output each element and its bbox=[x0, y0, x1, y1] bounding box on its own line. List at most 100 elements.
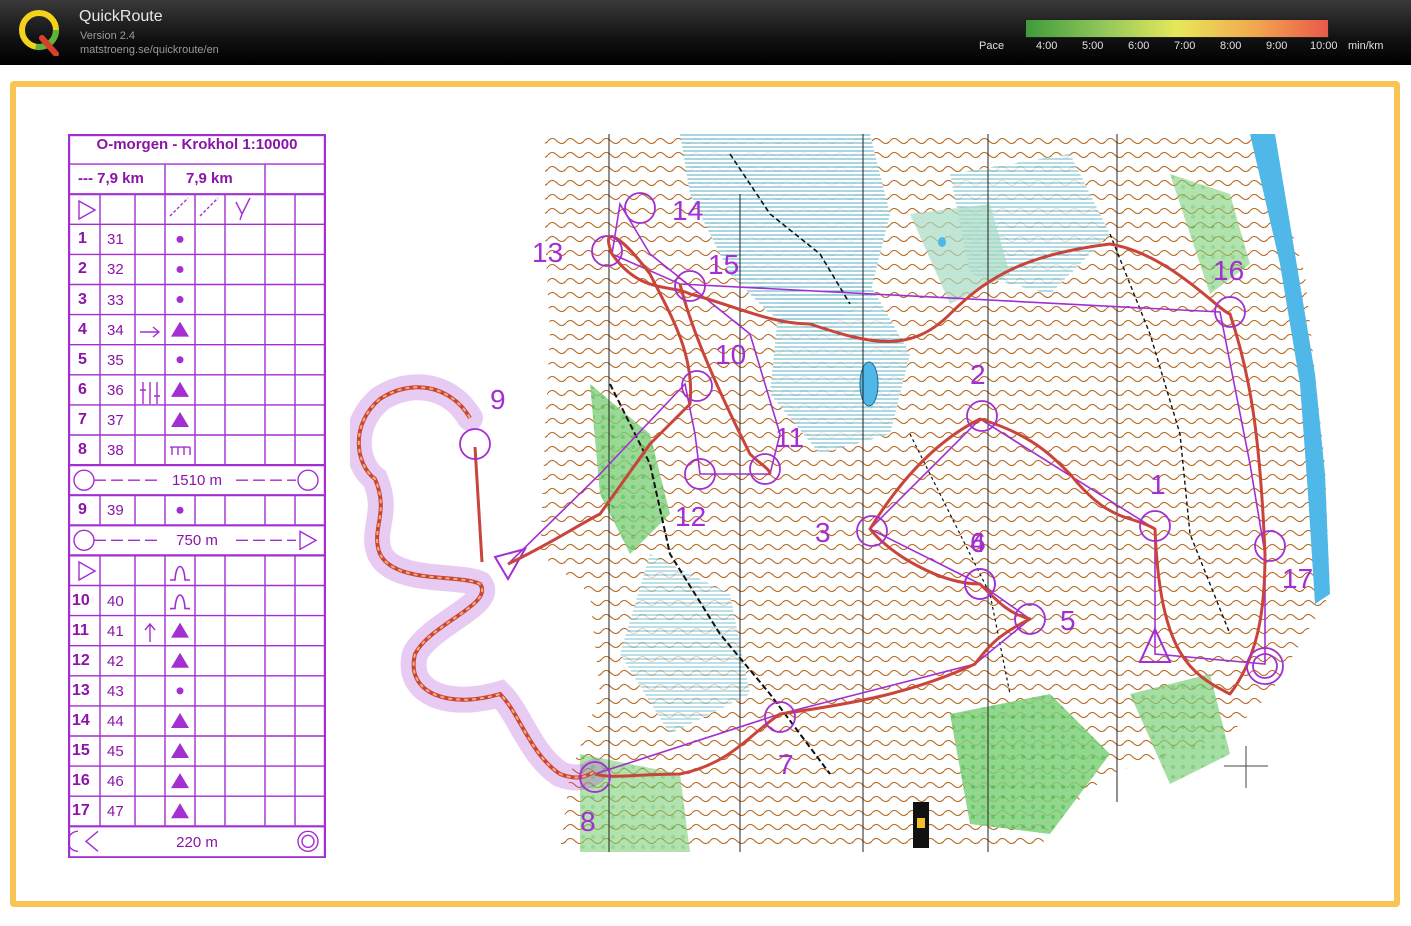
control-code: 45 bbox=[107, 743, 124, 760]
pace-legend-label: Pace bbox=[979, 40, 1005, 52]
control-code: 36 bbox=[107, 381, 124, 399]
column-header-icon bbox=[235, 197, 251, 221]
pace-tick-label: 6:00 bbox=[1128, 40, 1150, 52]
control-number: 15 bbox=[72, 742, 90, 759]
finish-distance: 220 m bbox=[176, 834, 218, 851]
control-label: 3 bbox=[815, 517, 831, 548]
direction-arrow-icon bbox=[140, 326, 161, 338]
feature-triangle-icon bbox=[171, 321, 189, 337]
control-number: 5 bbox=[78, 350, 87, 368]
control-description-sheet: O-morgen - Krokhol 1:10000 --- 7,9 km 7,… bbox=[68, 134, 326, 858]
control-code: 37 bbox=[107, 411, 124, 429]
app-version: Version 2.4 bbox=[80, 30, 136, 42]
control-number: 12 bbox=[72, 651, 90, 669]
control-code: 33 bbox=[107, 291, 124, 309]
control-label: 12 bbox=[675, 501, 706, 532]
map-terrain bbox=[540, 134, 1330, 852]
feature-comb-icon bbox=[170, 446, 191, 456]
control-label: 16 bbox=[1213, 255, 1244, 286]
feature-triangle-icon bbox=[171, 381, 189, 397]
control-label: 6 bbox=[970, 527, 986, 558]
course-length-b: 7,9 km bbox=[186, 170, 233, 187]
control-code: 41 bbox=[107, 622, 124, 640]
taped-route-2: 750 m bbox=[176, 532, 218, 549]
pace-color-bar bbox=[1025, 19, 1329, 38]
control-label: 13 bbox=[532, 237, 563, 268]
control-code: 47 bbox=[107, 803, 124, 821]
control-code: 40 bbox=[107, 592, 124, 610]
control-number: 2 bbox=[78, 260, 87, 278]
feature-triangle-icon bbox=[171, 712, 189, 728]
quickroute-logo-icon bbox=[19, 10, 59, 56]
feature-dot-icon bbox=[176, 506, 184, 514]
control-label: 9 bbox=[490, 384, 506, 415]
control-code: 39 bbox=[107, 502, 124, 520]
control-number: 3 bbox=[78, 290, 87, 308]
control-label: 5 bbox=[1060, 605, 1076, 636]
control-label: 14 bbox=[672, 195, 703, 226]
control-number: 11 bbox=[72, 621, 89, 639]
control-number: 13 bbox=[72, 681, 90, 699]
control-label: 15 bbox=[708, 249, 739, 280]
taped-route-1: 1510 m bbox=[171, 472, 223, 489]
control-label: 8 bbox=[580, 806, 596, 837]
control-code: 46 bbox=[107, 773, 124, 791]
feature-dot-icon bbox=[176, 687, 184, 695]
control-code: 43 bbox=[107, 682, 124, 700]
feature-triangle-icon bbox=[171, 773, 189, 789]
pace-tick-label: 8:00 bbox=[1220, 40, 1242, 52]
feature-triangle-icon bbox=[171, 622, 189, 638]
feature-dot-icon bbox=[176, 235, 184, 243]
start-triangle-icon bbox=[78, 560, 97, 582]
feature-dot-icon bbox=[176, 265, 184, 273]
pace-tick-label: 4:00 bbox=[1036, 40, 1058, 52]
control-code: 42 bbox=[107, 652, 124, 670]
feature-triangle-icon bbox=[171, 743, 189, 759]
control-code: 35 bbox=[107, 351, 124, 369]
feature-bump-icon bbox=[170, 565, 190, 581]
start-triangle-icon bbox=[78, 199, 97, 221]
feature-triangle-icon bbox=[171, 652, 189, 668]
pace-tick-label: 5:00 bbox=[1082, 40, 1104, 52]
app-name: QuickRoute bbox=[79, 8, 163, 25]
control-label: 11 bbox=[775, 422, 804, 453]
column-header-icon bbox=[169, 197, 189, 217]
control-number: 7 bbox=[78, 410, 87, 428]
north-arrow-icon bbox=[144, 622, 156, 642]
pace-tick-label: 9:00 bbox=[1266, 40, 1288, 52]
course-title: O-morgen - Krokhol 1:10000 bbox=[96, 136, 298, 153]
course-length-a: --- 7,9 km bbox=[78, 170, 144, 187]
control-label: 17 bbox=[1282, 563, 1313, 594]
control-label: 10 bbox=[715, 339, 746, 370]
control-number: 9 bbox=[78, 501, 87, 519]
orienteering-map[interactable]: 123 456789101112131415 1617 bbox=[350, 134, 1350, 852]
control-label: 1 bbox=[1150, 469, 1166, 500]
control-number: 17 bbox=[72, 802, 90, 820]
control-number: 6 bbox=[78, 380, 87, 398]
feature-dot-icon bbox=[176, 356, 184, 364]
control-code: 31 bbox=[107, 231, 124, 249]
control-number: 10 bbox=[72, 591, 90, 609]
app-url[interactable]: matstroeng.se/quickroute/en bbox=[80, 44, 219, 56]
control-number: 8 bbox=[78, 441, 87, 458]
feature-triangle-icon bbox=[171, 803, 189, 819]
between-icon bbox=[140, 382, 160, 404]
control-label: 2 bbox=[970, 359, 986, 390]
feature-bump-icon bbox=[170, 594, 190, 610]
pace-unit: min/km bbox=[1348, 40, 1384, 52]
control-code: 32 bbox=[107, 261, 124, 279]
control-code: 44 bbox=[107, 712, 124, 730]
feature-dot-icon bbox=[176, 296, 184, 304]
control-number: 4 bbox=[78, 320, 87, 338]
pace-tick-label: 10:00 bbox=[1310, 40, 1338, 52]
control-number: 14 bbox=[72, 711, 90, 729]
control-number: 16 bbox=[72, 772, 90, 790]
control-number: 1 bbox=[78, 230, 87, 248]
feature-triangle-icon bbox=[171, 411, 189, 427]
control-label: 7 bbox=[778, 749, 794, 780]
pace-tick-label: 7:00 bbox=[1174, 40, 1196, 52]
control-code: 34 bbox=[107, 321, 124, 339]
column-header-icon bbox=[199, 197, 219, 217]
control-code: 38 bbox=[107, 442, 124, 459]
app-header: QuickRoute Version 2.4 matstroeng.se/qui… bbox=[0, 0, 1411, 65]
